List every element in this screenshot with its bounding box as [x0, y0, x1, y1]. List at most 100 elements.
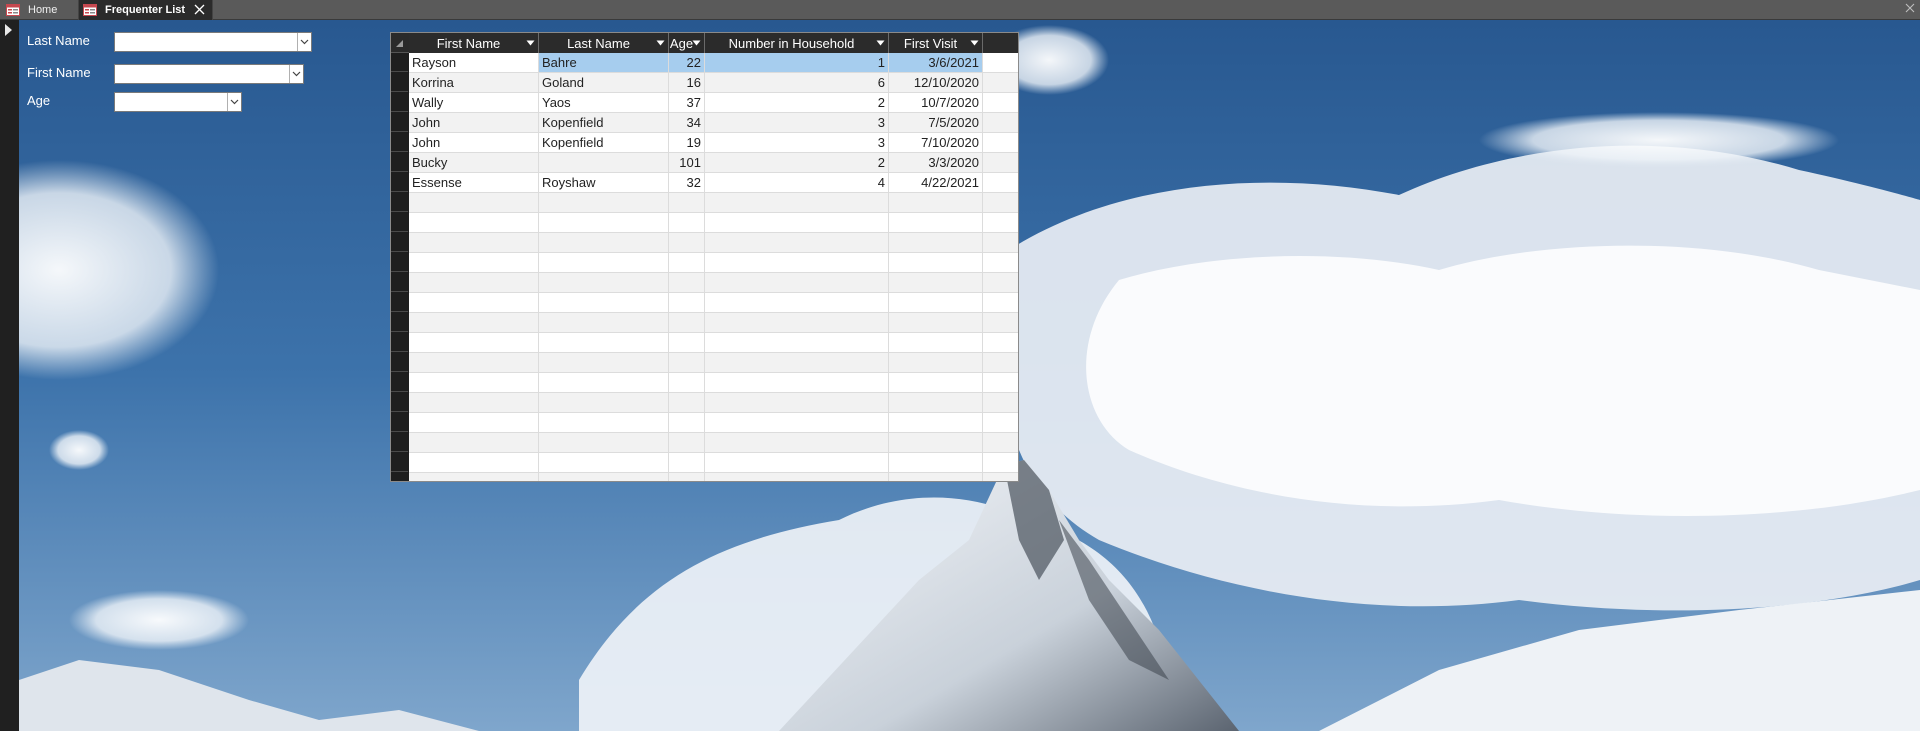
- column-header-last-name[interactable]: Last Name: [539, 33, 669, 53]
- record-selector[interactable]: [391, 313, 408, 332]
- cell-age[interactable]: [669, 473, 705, 481]
- cell-first-name[interactable]: John: [409, 133, 539, 152]
- record-selector[interactable]: [391, 113, 408, 132]
- cell-last-name[interactable]: Yaos: [539, 93, 669, 112]
- empty-table-row[interactable]: [409, 333, 1018, 353]
- tab-frequenter-list[interactable]: Frequenter List: [78, 0, 213, 20]
- cell-first-name[interactable]: [409, 253, 539, 272]
- cell-household[interactable]: [705, 213, 889, 232]
- column-filter-dropdown-icon[interactable]: [970, 40, 979, 46]
- empty-table-row[interactable]: [409, 473, 1018, 481]
- cell-household[interactable]: [705, 193, 889, 212]
- column-header-age[interactable]: Age: [669, 33, 705, 53]
- cell-first-visit[interactable]: [889, 213, 983, 232]
- cell-household[interactable]: [705, 273, 889, 292]
- column-filter-dropdown-icon[interactable]: [876, 40, 885, 46]
- cell-age[interactable]: [669, 253, 705, 272]
- cell-last-name[interactable]: Royshaw: [539, 173, 669, 192]
- cell-age[interactable]: 32: [669, 173, 705, 192]
- cell-household[interactable]: [705, 373, 889, 392]
- cell-last-name[interactable]: [539, 393, 669, 412]
- cell-first-name[interactable]: John: [409, 113, 539, 132]
- empty-table-row[interactable]: [409, 393, 1018, 413]
- cell-first-name[interactable]: [409, 213, 539, 232]
- cell-household[interactable]: [705, 453, 889, 472]
- record-selector[interactable]: [391, 153, 408, 172]
- cell-household[interactable]: [705, 233, 889, 252]
- column-header-household[interactable]: Number in Household: [705, 33, 889, 53]
- cell-first-name[interactable]: [409, 193, 539, 212]
- column-header-first-visit[interactable]: First Visit: [889, 33, 983, 53]
- cell-last-name[interactable]: [539, 193, 669, 212]
- table-row[interactable]: Rayson Bahre 22 1 3/6/2021: [409, 53, 1018, 73]
- empty-table-row[interactable]: [409, 413, 1018, 433]
- cell-first-visit[interactable]: [889, 393, 983, 412]
- cell-age[interactable]: [669, 273, 705, 292]
- cell-first-visit[interactable]: [889, 353, 983, 372]
- record-selector[interactable]: [391, 433, 408, 452]
- record-selector[interactable]: [391, 273, 408, 292]
- record-selector[interactable]: [391, 173, 408, 192]
- cell-first-visit[interactable]: 12/10/2020: [889, 73, 983, 92]
- record-selector[interactable]: [391, 213, 408, 232]
- record-selector[interactable]: [391, 413, 408, 432]
- cell-last-name[interactable]: [539, 333, 669, 352]
- cell-last-name[interactable]: [539, 413, 669, 432]
- frequenter-datasheet[interactable]: First Name Last Name Age Number in Househol…: [390, 32, 1019, 482]
- cell-first-visit[interactable]: [889, 433, 983, 452]
- last-name-filter-input[interactable]: [115, 33, 299, 51]
- cell-age[interactable]: [669, 193, 705, 212]
- cell-first-visit[interactable]: [889, 293, 983, 312]
- table-row[interactable]: Essense Royshaw 32 4 4/22/2021: [409, 173, 1018, 193]
- cell-first-name[interactable]: [409, 373, 539, 392]
- close-tab-icon[interactable]: [193, 3, 206, 16]
- cell-household[interactable]: 2: [705, 93, 889, 112]
- record-selector[interactable]: [391, 393, 408, 412]
- empty-table-row[interactable]: [409, 313, 1018, 333]
- tab-home[interactable]: Home: [0, 0, 76, 20]
- cell-age[interactable]: [669, 293, 705, 312]
- cell-last-name[interactable]: [539, 453, 669, 472]
- cell-last-name[interactable]: [539, 213, 669, 232]
- cell-age[interactable]: [669, 433, 705, 452]
- cell-last-name[interactable]: Goland: [539, 73, 669, 92]
- cell-household[interactable]: [705, 313, 889, 332]
- column-filter-dropdown-icon[interactable]: [692, 40, 701, 46]
- record-selector[interactable]: [391, 473, 408, 481]
- cell-age[interactable]: [669, 453, 705, 472]
- cell-age[interactable]: 37: [669, 93, 705, 112]
- record-selector[interactable]: [391, 293, 408, 312]
- cell-household[interactable]: [705, 413, 889, 432]
- record-selector[interactable]: [391, 453, 408, 472]
- record-selector[interactable]: [391, 233, 408, 252]
- cell-household[interactable]: [705, 293, 889, 312]
- cell-first-visit[interactable]: [889, 233, 983, 252]
- cell-household[interactable]: 6: [705, 73, 889, 92]
- empty-table-row[interactable]: [409, 193, 1018, 213]
- cell-last-name[interactable]: Bahre: [539, 53, 669, 72]
- cell-household[interactable]: [705, 393, 889, 412]
- record-selector[interactable]: [391, 253, 408, 272]
- close-icon[interactable]: [1904, 2, 1916, 14]
- cell-first-name[interactable]: [409, 433, 539, 452]
- cell-first-name[interactable]: Wally: [409, 93, 539, 112]
- cell-last-name[interactable]: Kopenfield: [539, 113, 669, 132]
- cell-first-name[interactable]: [409, 313, 539, 332]
- record-selector[interactable]: [391, 73, 408, 92]
- cell-age[interactable]: 16: [669, 73, 705, 92]
- cell-age[interactable]: 34: [669, 113, 705, 132]
- cell-last-name[interactable]: [539, 433, 669, 452]
- cell-last-name[interactable]: [539, 253, 669, 272]
- empty-table-row[interactable]: [409, 433, 1018, 453]
- cell-last-name[interactable]: [539, 233, 669, 252]
- cell-first-name[interactable]: [409, 413, 539, 432]
- cell-household[interactable]: 4: [705, 173, 889, 192]
- cell-first-visit[interactable]: 4/22/2021: [889, 173, 983, 192]
- empty-table-row[interactable]: [409, 273, 1018, 293]
- record-selector[interactable]: [391, 133, 408, 152]
- cell-household[interactable]: 3: [705, 133, 889, 152]
- cell-first-name[interactable]: [409, 453, 539, 472]
- cell-age[interactable]: 101: [669, 153, 705, 172]
- record-selector[interactable]: [391, 353, 408, 372]
- cell-age[interactable]: [669, 413, 705, 432]
